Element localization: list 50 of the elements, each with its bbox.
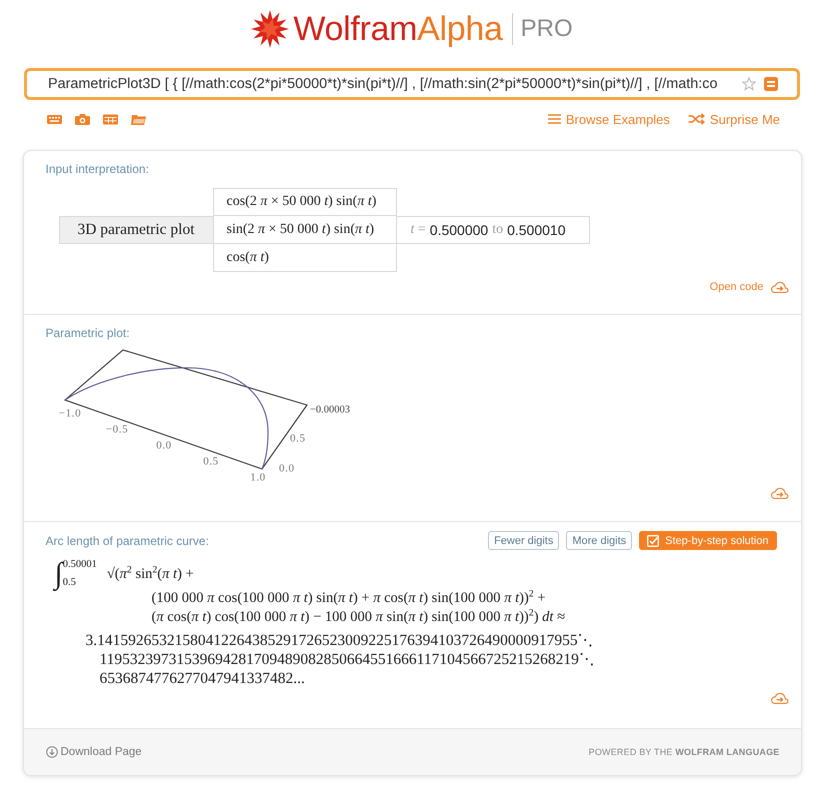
step-by-step-button[interactable]: Step-by-step solution — [639, 531, 776, 550]
camera-icon[interactable] — [75, 114, 90, 124]
table-cell: cos(2 π × 50 000 t) sin(π t) — [212, 188, 396, 216]
formula-line: (π cos(π t) cos(100 000 π t) − 100 000 π sin(π t) sin(100 000 π t))$^{2}$) dt ≈ — [152, 608, 566, 627]
table-cell: sin(2 π × 50 000 t) sin(π t) — [212, 216, 396, 244]
axis-tick-label: 0.0 — [278, 462, 294, 475]
checkbox-tick-icon — [647, 534, 660, 546]
cloud-arrow-icon[interactable] — [770, 487, 788, 499]
table-icon[interactable] — [103, 114, 118, 124]
table-cell: t = 0.500000 to 0.500010 — [396, 216, 590, 244]
browse-examples-link[interactable]: Browse Examples — [548, 112, 670, 126]
open-code-link[interactable]: Open code — [710, 281, 788, 293]
result-digits: 3.14159265321580412264385291726523009225176394103726490000917955⋱ — [86, 631, 595, 650]
axis-tick-label: 0.5 — [202, 456, 218, 468]
axis-tick-label: 0.0 — [156, 440, 172, 452]
pod-title: Input interpretation: — [46, 161, 150, 177]
logo-star-icon — [251, 10, 290, 48]
pod-title: Parametric plot: — [46, 325, 131, 341]
logo-wordmark: WolframAlpha — [293, 9, 503, 50]
shuffle-icon — [688, 113, 705, 125]
formula-line: √(π$^{2}$ sin$^{2}$(π t) + — [106, 564, 194, 584]
powered-by-text: POWERED BY THE WOLFRAM LANGUAGE — [588, 747, 780, 757]
search-field[interactable]: ParametricPlot3D [ { [//math:cos(2*pi*50000*t)*sin(pi*t)//] , [//math:sin(2*pi*50000*t)*sin(pi*t)//] , [//math:co — [24, 68, 800, 100]
folder-icon[interactable] — [131, 114, 146, 124]
axis-tick-label: 1.0 — [250, 472, 266, 484]
menu-icon — [548, 114, 561, 124]
integral-upper-limit: 0.50001 — [62, 559, 97, 570]
keyboard-icon[interactable] — [47, 114, 62, 124]
download-page-link[interactable]: Download Page — [46, 746, 142, 758]
axis-tick-label: −1.0 — [58, 408, 81, 420]
axis-tick-label: −0.00003 — [310, 404, 350, 416]
cloud-arrow-icon[interactable] — [770, 281, 788, 293]
fewer-digits-button[interactable]: Fewer digits — [488, 531, 560, 550]
integral-lower-limit: 0.5 — [62, 577, 77, 588]
surprise-me-link[interactable]: Surprise Me — [688, 112, 780, 126]
result-digits: 11953239731539694281709489082850664551666117104566725215268219⋱ — [100, 650, 596, 669]
table-cell: cos(π t) — [212, 244, 396, 272]
cloud-arrow-icon[interactable] — [770, 692, 788, 704]
pod-title: Arc length of parametric curve: — [46, 532, 209, 548]
formula-line: (100 000 π cos(100 000 π t) sin(π t) + π cos(π t) sin(100 000 π t))$^{2}$ + — [152, 589, 547, 608]
axis-tick-label: 0.5 — [290, 432, 306, 445]
integral-sign: ∫ — [54, 559, 63, 589]
edition-label: PRO — [520, 14, 573, 44]
download-icon — [46, 746, 58, 758]
axis-tick-label: −0.5 — [105, 424, 128, 436]
result-digits: 6536874776277047941337482... — [100, 669, 306, 688]
more-digits-button[interactable]: More digits — [566, 531, 632, 550]
star-icon[interactable] — [742, 77, 756, 91]
table-cell: 3D parametric plot — [58, 216, 212, 244]
equals-icon[interactable] — [764, 77, 778, 91]
